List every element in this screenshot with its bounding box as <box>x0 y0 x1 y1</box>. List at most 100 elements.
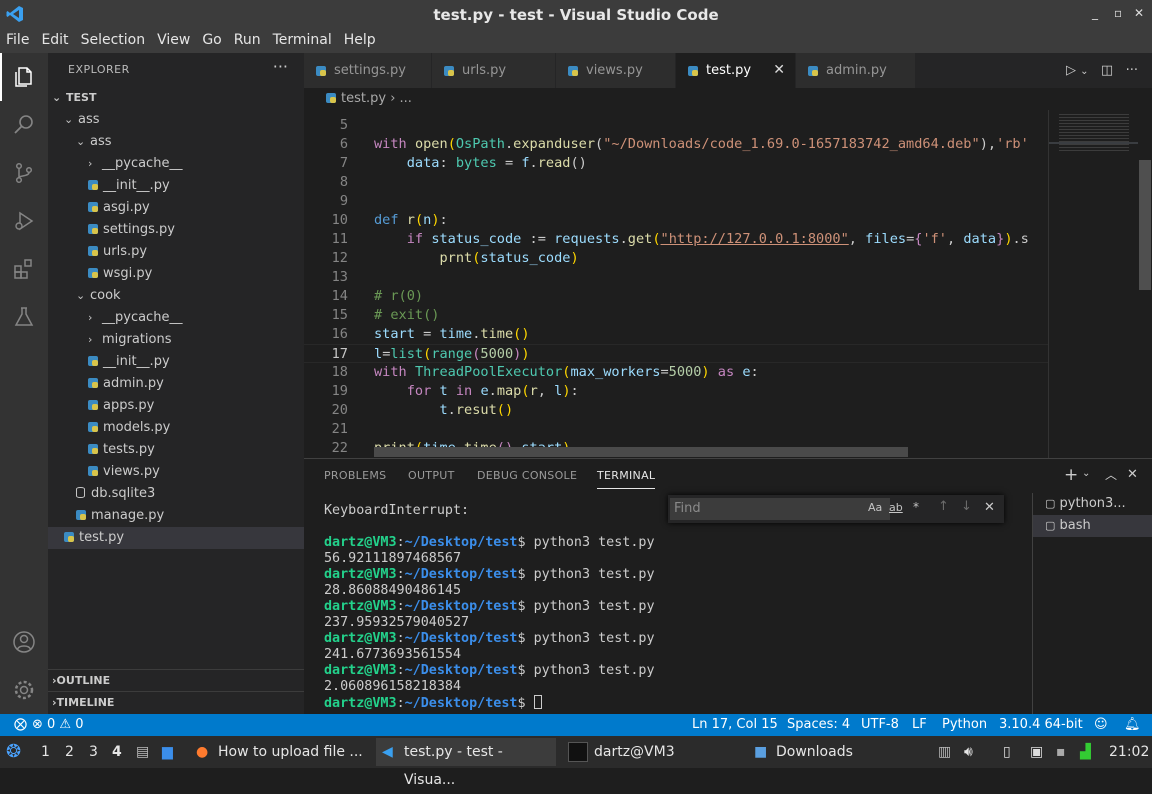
tree-folder[interactable]: ⌄ ass <box>48 131 304 153</box>
tab-settings-py[interactable]: settings.py <box>304 53 432 88</box>
code-line[interactable]: 15 # exit() <box>304 306 1048 325</box>
workspace-4[interactable]: 4 <box>112 736 122 768</box>
next-match-icon[interactable]: ↓ <box>961 499 972 514</box>
menu-terminal[interactable]: Terminal <box>267 29 338 48</box>
tab-views-py[interactable]: views.py <box>556 53 676 88</box>
code-line[interactable]: 9 <box>304 192 1048 211</box>
maximize-panel-icon[interactable]: ︿ <box>1105 466 1117 483</box>
code-line[interactable]: 11 if status_code := requests.get("http:… <box>304 230 1048 249</box>
notifications-bell-icon[interactable]: 🔔︎ <box>1124 714 1141 736</box>
tree-file[interactable]: tests.py <box>48 439 304 461</box>
maximize-icon[interactable]: ▫ <box>1114 6 1122 20</box>
cursor-position[interactable]: Ln 17, Col 15 <box>692 714 778 736</box>
volume-tray-icon[interactable]: 🔊︎ <box>964 736 973 768</box>
code-line[interactable]: 6 with open(OsPath.expanduser("~/Download… <box>304 135 1048 154</box>
code-line[interactable]: 19 for t in e.map(r, l): <box>304 382 1048 401</box>
tree-file[interactable]: apps.py <box>48 395 304 417</box>
outline-section[interactable]: ›OUTLINE <box>48 669 304 691</box>
regex-icon[interactable]: * <box>913 500 919 514</box>
code-line[interactable]: 13 <box>304 268 1048 287</box>
workspace-3[interactable]: 3 <box>89 736 98 768</box>
indentation[interactable]: Spaces: 4 <box>787 714 850 736</box>
code-line[interactable]: 16 start = time.time() <box>304 325 1048 344</box>
task-vscode[interactable]: ◀ test.py - test - Visua... <box>376 738 556 788</box>
tree-folder[interactable]: › __pycache__ <box>48 307 304 329</box>
explorer-root-folder[interactable]: ⌄ TEST <box>48 87 304 109</box>
more-actions-icon[interactable]: ··· <box>273 57 288 76</box>
menu-view[interactable]: View <box>151 29 196 48</box>
tree-file[interactable]: asgi.py <box>48 197 304 219</box>
tree-folder[interactable]: › __pycache__ <box>48 153 304 175</box>
code-line[interactable]: 12 prnt(status_code) <box>304 249 1048 268</box>
tree-folder[interactable]: › migrations <box>48 329 304 351</box>
code-line[interactable]: 10 def r(n): <box>304 211 1048 230</box>
device-tray-icon[interactable]: ▪ <box>1056 736 1066 768</box>
line-ending[interactable]: LF <box>912 714 927 736</box>
tree-file[interactable]: db.sqlite3 <box>48 483 304 505</box>
vertical-scrollbar[interactable] <box>1138 110 1152 458</box>
code-line[interactable]: 20 t.resut() <box>304 401 1048 420</box>
code-line[interactable]: 5 <box>304 116 1048 135</box>
run-debug-icon[interactable] <box>0 197 48 245</box>
tree-file[interactable]: models.py <box>48 417 304 439</box>
tree-file[interactable]: admin.py <box>48 373 304 395</box>
start-menu-icon[interactable]: ❂ <box>6 736 21 768</box>
close-panel-icon[interactable]: ✕ <box>1127 467 1138 482</box>
tree-file[interactable]: settings.py <box>48 219 304 241</box>
run-dropdown-icon[interactable]: ⌄ <box>1080 66 1088 77</box>
close-find-icon[interactable]: ✕ <box>984 500 995 515</box>
task-downloads[interactable]: ■ Downloads <box>748 738 928 766</box>
feedback-icon[interactable]: ☺ <box>1094 714 1108 736</box>
menu-go[interactable]: Go <box>196 29 227 48</box>
menu-edit[interactable]: Edit <box>35 29 74 48</box>
language-mode[interactable]: Python <box>942 714 987 736</box>
tab-admin-py[interactable]: admin.py <box>796 53 916 88</box>
menu-selection[interactable]: Selection <box>75 29 152 48</box>
terminal-dropdown-icon[interactable]: ⌄ <box>1082 468 1090 479</box>
close-tab-icon[interactable]: ✕ <box>773 53 785 88</box>
code-editor[interactable]: 5 6 with open(OsPath.expanduser("~/Downloa… <box>304 110 1048 458</box>
split-editor-icon[interactable]: ◫ <box>1101 63 1113 78</box>
minimap[interactable] <box>1048 110 1139 458</box>
tree-file[interactable]: manage.py <box>48 505 304 527</box>
extensions-icon[interactable] <box>0 245 48 293</box>
task-firefox[interactable]: ● How to upload file ... <box>190 738 370 766</box>
tree-file[interactable]: views.py <box>48 461 304 483</box>
code-line[interactable]: 18 with ThreadPoolExecutor(max_workers=50… <box>304 363 1048 382</box>
breadcrumb-file[interactable]: test.py <box>341 91 386 106</box>
workspace-2[interactable]: 2 <box>65 736 74 768</box>
terminal-output[interactable]: KeyboardInterrupt: dartz@VM3:~/Desktop/te… <box>324 503 655 711</box>
tree-file[interactable]: __init__.py <box>48 175 304 197</box>
clipboard-tray-icon[interactable]: ▥ <box>938 736 951 768</box>
tree-folder[interactable]: ⌄ cook <box>48 285 304 307</box>
scrollbar-thumb[interactable] <box>1139 160 1151 290</box>
explorer-icon[interactable] <box>0 53 48 101</box>
previous-match-icon[interactable]: ↑ <box>938 499 949 514</box>
run-python-icon[interactable]: ▷ <box>1066 63 1076 78</box>
timeline-section[interactable]: ›TIMELINE <box>48 691 304 713</box>
tab-terminal[interactable]: TERMINAL <box>597 469 656 489</box>
accounts-icon[interactable] <box>0 618 48 666</box>
tree-file[interactable]: urls.py <box>48 241 304 263</box>
source-control-icon[interactable] <box>0 149 48 197</box>
find-input[interactable]: Find <box>670 498 890 520</box>
files-launcher-icon[interactable]: ▤ <box>136 736 149 768</box>
terminal-item-bash[interactable]: ▢ bash <box>1033 515 1152 537</box>
tree-file[interactable]: wsgi.py <box>48 263 304 285</box>
notes-tray-icon[interactable]: ▯ <box>1003 736 1011 768</box>
tree-folder[interactable]: ⌄ ass <box>48 109 304 131</box>
search-icon[interactable] <box>0 101 48 149</box>
tree-file[interactable]: __init__.py <box>48 351 304 373</box>
match-case-icon[interactable]: Aa <box>868 501 882 514</box>
monitor-tray-icon[interactable]: ▟ <box>1080 736 1091 768</box>
code-line[interactable]: 21 <box>304 420 1048 439</box>
tab-problems[interactable]: PROBLEMS <box>324 469 386 482</box>
desktop-launcher-icon[interactable]: ▆ <box>162 736 173 768</box>
network-tray-icon[interactable]: ▣ <box>1030 736 1043 768</box>
close-window-icon[interactable]: ✕ <box>1134 6 1144 20</box>
code-line[interactable]: 7 data: bytes = f.read() <box>304 154 1048 173</box>
match-word-icon[interactable]: ab <box>889 501 903 514</box>
menu-help[interactable]: Help <box>338 29 382 48</box>
new-terminal-icon[interactable]: + <box>1064 465 1078 485</box>
tab-test-py[interactable]: test.py ✕ <box>676 53 796 88</box>
